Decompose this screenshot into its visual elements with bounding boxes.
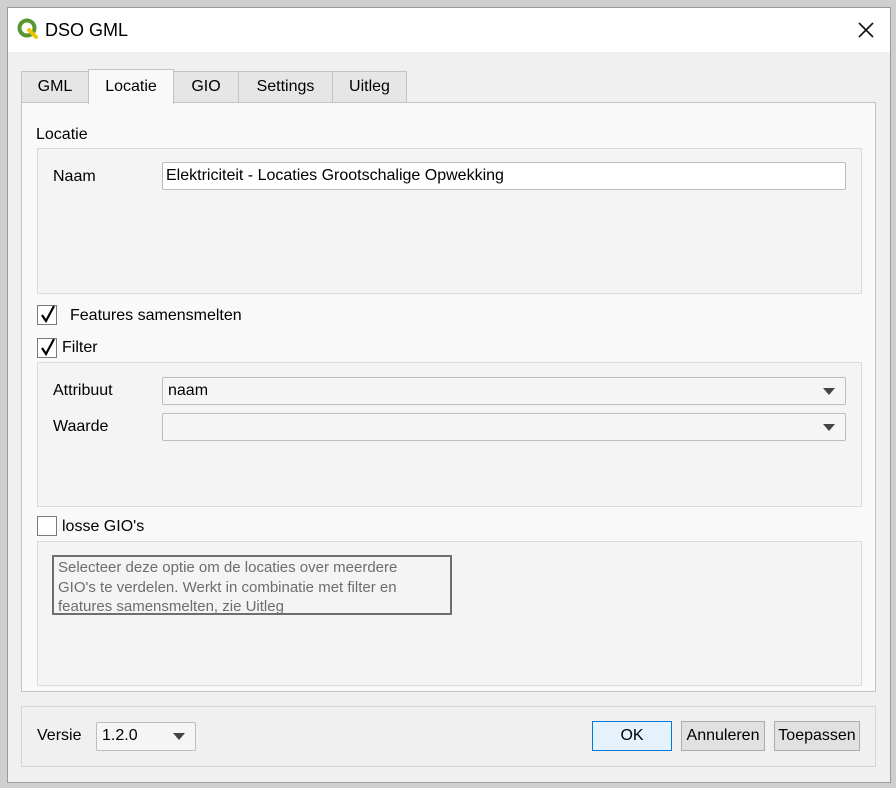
chevron-down-icon (823, 388, 835, 395)
filter-groupbox: Attribuut naam Waarde (37, 362, 862, 507)
chevron-down-icon (823, 424, 835, 431)
help-line: Selecteer deze optie om de locaties over… (58, 559, 398, 576)
locatie-groupbox: Naam (37, 148, 862, 294)
versie-value: 1.2.0 (102, 727, 138, 744)
locatie-section-label: Locatie (36, 126, 88, 143)
versie-label: Versie (37, 727, 82, 744)
help-line: GIO's te verdelen. Werkt in combinatie m… (58, 578, 397, 596)
naam-input[interactable] (162, 162, 846, 190)
qgis-logo-icon (17, 18, 39, 40)
locatie-tab-pane: Locatie Naam Features samensmelten Filte… (21, 102, 876, 692)
help-line: features samensmelten, zie Uitleg (58, 598, 284, 615)
waarde-combobox[interactable] (162, 413, 846, 441)
naam-label: Naam (53, 168, 96, 185)
window-title: DSO GML (45, 20, 129, 40)
ok-button[interactable]: OK (592, 721, 672, 751)
toepassen-button[interactable]: Toepassen (774, 721, 860, 751)
close-icon (858, 22, 874, 38)
chevron-down-icon (173, 733, 185, 740)
filter-label: Filter (62, 339, 98, 356)
close-button[interactable] (848, 14, 884, 46)
checkmark-icon (41, 338, 55, 357)
waarde-label: Waarde (53, 418, 109, 435)
attribuut-label: Attribuut (53, 382, 113, 399)
button-bar: Versie 1.2.0 OK Annuleren Toepassen (21, 706, 876, 767)
title-bar: DSO GML (8, 8, 890, 52)
filter-checkbox[interactable] (37, 338, 57, 358)
tab-uitleg[interactable]: Uitleg (332, 71, 407, 102)
tab-locatie[interactable]: Locatie (88, 69, 174, 104)
attribuut-value: naam (168, 382, 209, 399)
losse-gios-label: losse GIO's (62, 518, 145, 535)
dso-gml-dialog: DSO GML GML Locatie GIO Settings Uitleg … (7, 7, 891, 783)
versie-combobox[interactable]: 1.2.0 (96, 722, 196, 751)
attribuut-combobox[interactable]: naam (162, 377, 846, 405)
tab-gml[interactable]: GML (21, 71, 89, 102)
features-samensmelten-checkbox[interactable] (37, 305, 57, 325)
features-samensmelten-label: Features samensmelten (70, 307, 242, 324)
checkmark-icon (41, 305, 55, 324)
losse-gios-help-text: Selecteer deze optie om de locaties over… (52, 555, 452, 615)
annuleren-button[interactable]: Annuleren (681, 721, 765, 751)
tab-gio[interactable]: GIO (173, 71, 239, 102)
tab-settings[interactable]: Settings (238, 71, 333, 102)
losse-gios-checkbox[interactable] (37, 516, 57, 536)
